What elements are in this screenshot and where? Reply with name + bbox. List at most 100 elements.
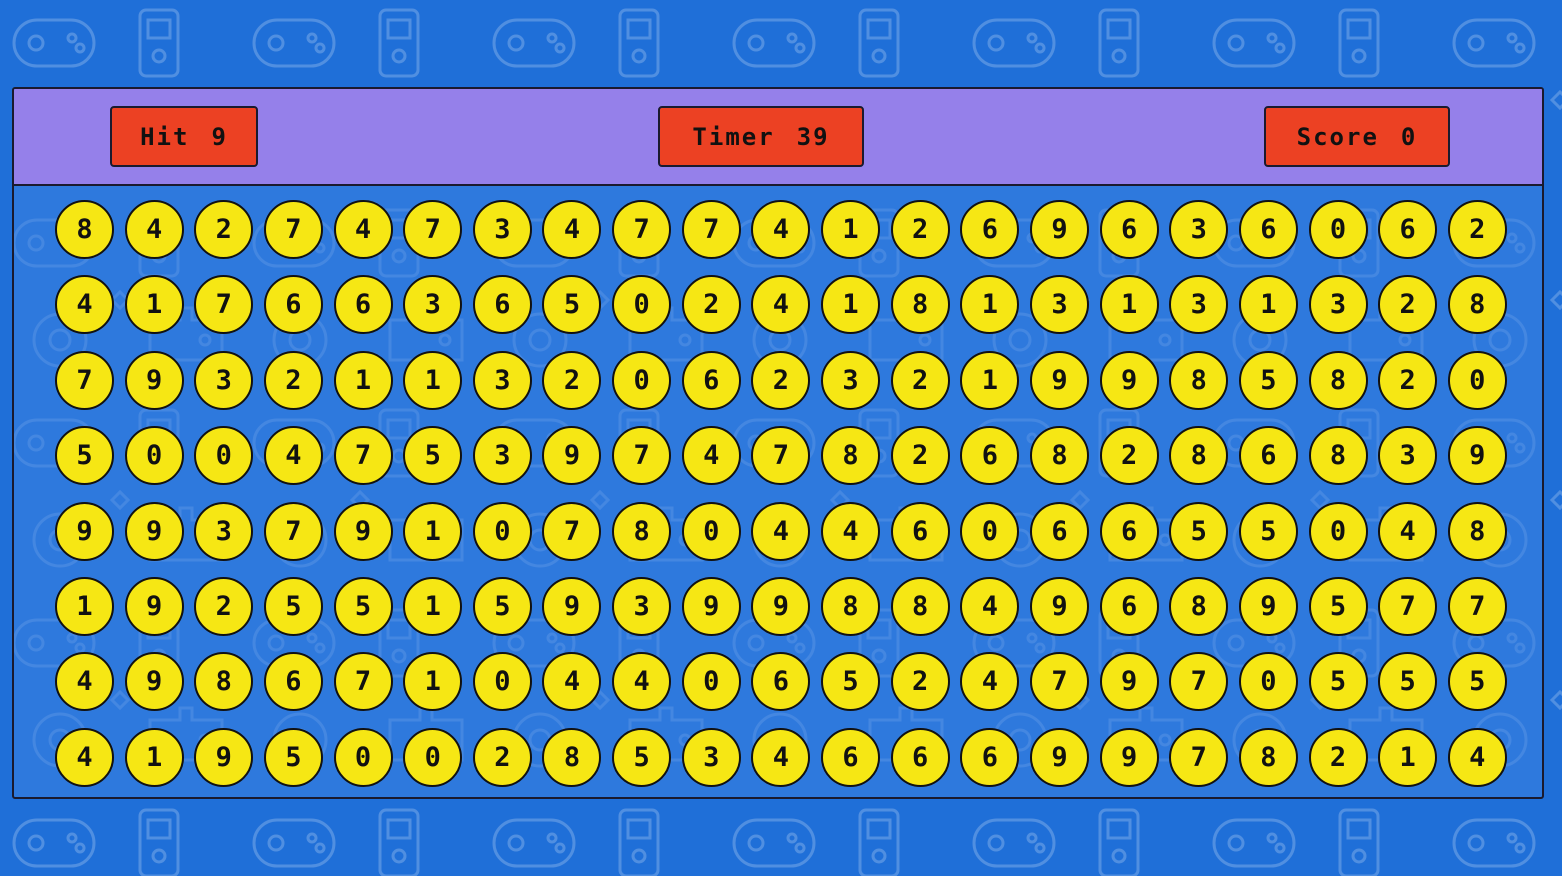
number-bubble[interactable]: 7	[612, 200, 672, 259]
number-bubble[interactable]: 1	[403, 350, 463, 410]
number-bubble[interactable]: 7	[194, 275, 254, 335]
number-bubble[interactable]: 9	[1029, 350, 1089, 410]
number-bubble[interactable]: 9	[1029, 576, 1089, 636]
number-bubble[interactable]: 6	[751, 652, 811, 712]
number-bubble[interactable]: 0	[1238, 652, 1298, 712]
number-bubble[interactable]: 0	[1308, 501, 1368, 561]
number-bubble[interactable]: 6	[333, 275, 393, 335]
number-bubble[interactable]: 2	[1447, 200, 1507, 259]
number-bubble[interactable]: 4	[263, 426, 323, 486]
number-bubble[interactable]: 6	[263, 652, 323, 712]
number-bubble[interactable]: 5	[263, 576, 323, 636]
number-bubble[interactable]: 0	[681, 501, 741, 561]
number-bubble[interactable]: 0	[403, 727, 463, 787]
number-bubble[interactable]: 8	[612, 501, 672, 561]
number-bubble[interactable]: 8	[1029, 426, 1089, 486]
number-bubble[interactable]: 2	[890, 200, 950, 259]
number-bubble[interactable]: 9	[1099, 652, 1159, 712]
number-bubble[interactable]: 5	[472, 576, 532, 636]
number-bubble[interactable]: 1	[1378, 727, 1438, 787]
number-bubble[interactable]: 4	[681, 426, 741, 486]
number-bubble[interactable]: 6	[960, 200, 1020, 259]
number-bubble[interactable]: 2	[1099, 426, 1159, 486]
number-bubble[interactable]: 0	[194, 426, 254, 486]
number-bubble[interactable]: 8	[1447, 501, 1507, 561]
number-bubble[interactable]: 5	[55, 426, 114, 486]
number-bubble[interactable]: 1	[333, 350, 393, 410]
number-bubble[interactable]: 9	[1447, 426, 1507, 486]
number-bubble[interactable]: 1	[1099, 275, 1159, 335]
number-bubble[interactable]: 0	[681, 652, 741, 712]
number-bubble[interactable]: 8	[890, 576, 950, 636]
number-bubble[interactable]: 7	[333, 652, 393, 712]
number-bubble[interactable]: 1	[403, 652, 463, 712]
number-bubble[interactable]: 3	[472, 350, 532, 410]
number-bubble[interactable]: 2	[681, 275, 741, 335]
number-bubble[interactable]: 2	[1308, 727, 1368, 787]
number-bubble[interactable]: 0	[1308, 200, 1368, 259]
number-bubble[interactable]: 4	[751, 501, 811, 561]
number-bubble[interactable]: 4	[542, 652, 602, 712]
number-bubble[interactable]: 4	[751, 727, 811, 787]
number-bubble[interactable]: 7	[612, 426, 672, 486]
number-bubble[interactable]: 9	[124, 350, 184, 410]
number-bubble[interactable]: 9	[124, 501, 184, 561]
number-bubble[interactable]: 6	[821, 727, 881, 787]
number-bubble[interactable]: 5	[542, 275, 602, 335]
number-bubble[interactable]: 8	[1308, 426, 1368, 486]
number-bubble[interactable]: 7	[1169, 652, 1229, 712]
number-bubble[interactable]: 6	[681, 350, 741, 410]
number-bubble[interactable]: 6	[1029, 501, 1089, 561]
number-bubble[interactable]: 2	[542, 350, 602, 410]
number-bubble[interactable]: 5	[263, 727, 323, 787]
number-bubble[interactable]: 0	[960, 501, 1020, 561]
number-bubble[interactable]: 6	[890, 727, 950, 787]
number-bubble[interactable]: 9	[1029, 727, 1089, 787]
number-bubble[interactable]: 1	[960, 275, 1020, 335]
number-bubble[interactable]: 7	[333, 426, 393, 486]
number-bubble[interactable]: 3	[472, 426, 532, 486]
number-bubble[interactable]: 3	[1169, 200, 1229, 259]
number-bubble[interactable]: 9	[751, 576, 811, 636]
number-bubble[interactable]: 2	[1378, 350, 1438, 410]
number-bubble[interactable]: 5	[1308, 652, 1368, 712]
number-bubble[interactable]: 4	[1447, 727, 1507, 787]
number-bubble[interactable]: 0	[1447, 350, 1507, 410]
number-bubble[interactable]: 6	[960, 727, 1020, 787]
number-bubble[interactable]: 8	[1447, 275, 1507, 335]
number-bubble[interactable]: 1	[821, 275, 881, 335]
number-bubble[interactable]: 6	[960, 426, 1020, 486]
number-bubble[interactable]: 4	[55, 652, 114, 712]
number-bubble[interactable]: 7	[1169, 727, 1229, 787]
number-bubble[interactable]: 2	[1378, 275, 1438, 335]
number-bubble[interactable]: 2	[263, 350, 323, 410]
number-bubble[interactable]: 5	[1169, 501, 1229, 561]
number-bubble[interactable]: 1	[124, 275, 184, 335]
number-bubble[interactable]: 3	[472, 200, 532, 259]
number-bubble[interactable]: 7	[263, 501, 323, 561]
number-bubble[interactable]: 5	[1447, 652, 1507, 712]
number-bubble[interactable]: 5	[612, 727, 672, 787]
number-bubble[interactable]: 5	[1238, 501, 1298, 561]
number-bubble[interactable]: 3	[1378, 426, 1438, 486]
number-bubble[interactable]: 7	[55, 350, 114, 410]
number-bubble[interactable]: 7	[542, 501, 602, 561]
number-bubble[interactable]: 2	[751, 350, 811, 410]
number-bubble[interactable]: 0	[472, 652, 532, 712]
number-bubble[interactable]: 3	[821, 350, 881, 410]
number-bubble[interactable]: 1	[1238, 275, 1298, 335]
number-bubble[interactable]: 6	[1099, 501, 1159, 561]
number-bubble[interactable]: 1	[403, 576, 463, 636]
number-bubble[interactable]: 9	[124, 576, 184, 636]
number-bubble[interactable]: 7	[751, 426, 811, 486]
number-bubble[interactable]: 0	[472, 501, 532, 561]
number-bubble[interactable]: 9	[1099, 350, 1159, 410]
number-bubble[interactable]: 4	[1378, 501, 1438, 561]
number-bubble[interactable]: 3	[194, 501, 254, 561]
number-bubble[interactable]: 5	[333, 576, 393, 636]
number-bubble[interactable]: 6	[263, 275, 323, 335]
number-bubble[interactable]: 4	[612, 652, 672, 712]
number-bubble[interactable]: 5	[403, 426, 463, 486]
number-bubble[interactable]: 4	[751, 275, 811, 335]
number-bubble[interactable]: 2	[472, 727, 532, 787]
